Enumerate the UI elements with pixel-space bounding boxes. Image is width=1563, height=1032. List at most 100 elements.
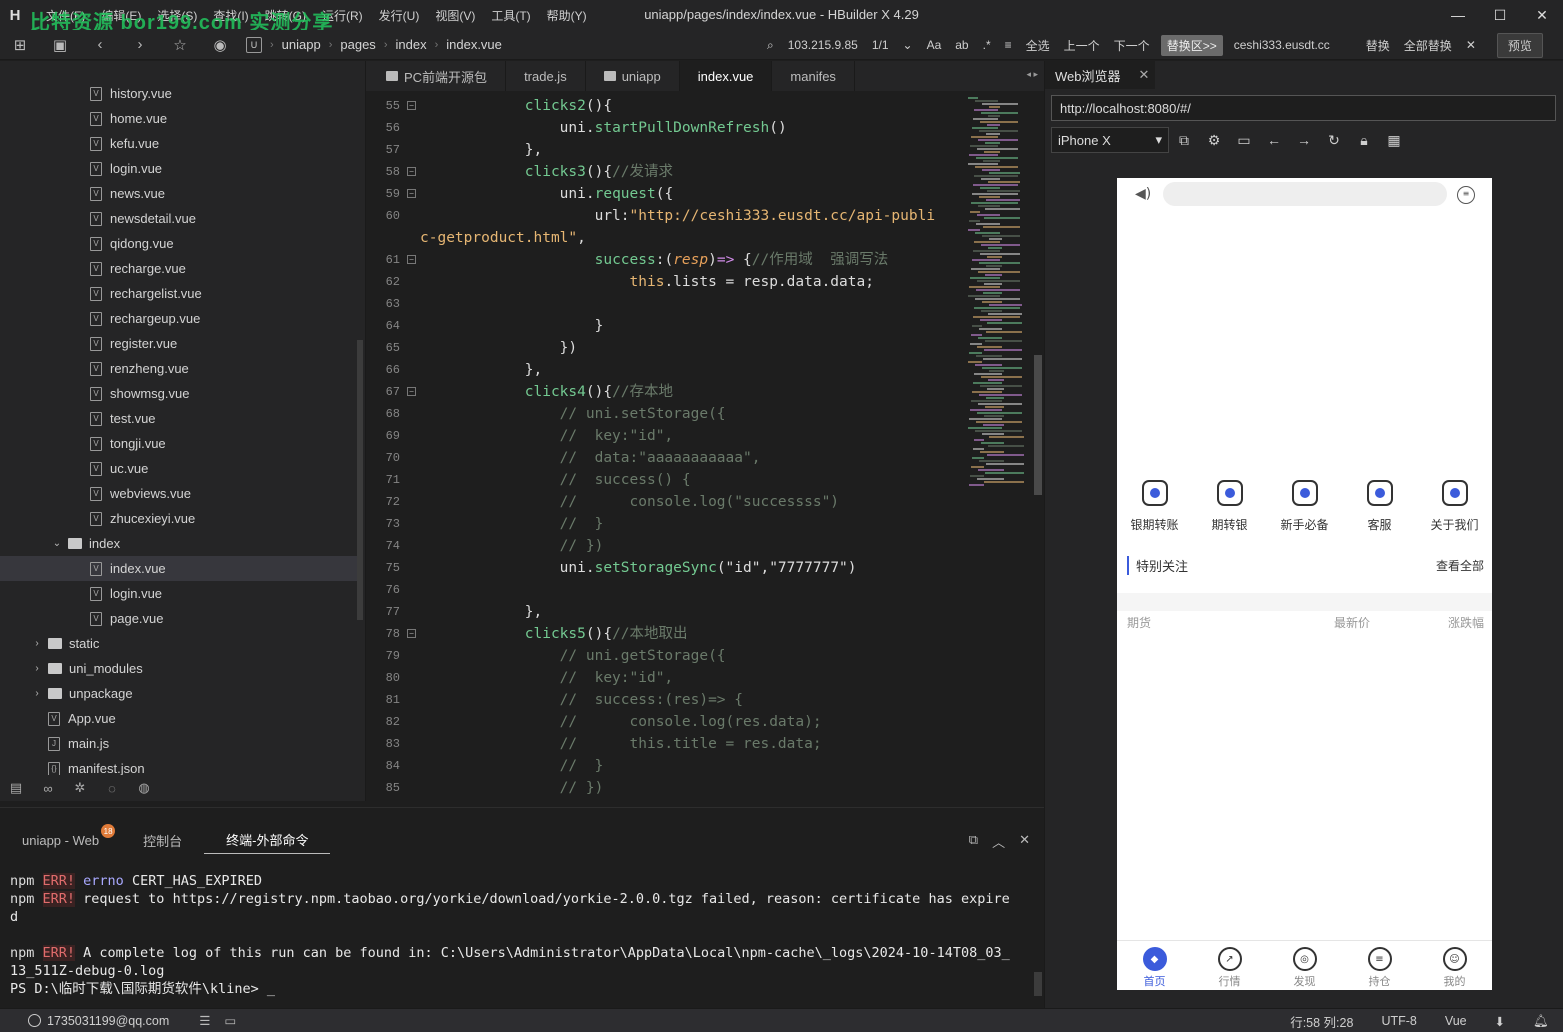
phone-tab[interactable]: ◆ 首页: [1125, 941, 1185, 990]
replace-input[interactable]: ceshi333.eusdt.cc: [1227, 38, 1337, 52]
tree-file[interactable]: Vkefu.vue: [0, 131, 357, 156]
quick-menu-item[interactable]: 关于我们: [1420, 478, 1490, 544]
maximize-button[interactable]: ☐: [1479, 0, 1521, 30]
fold-toggle-icon[interactable]: −: [407, 255, 416, 264]
code-line[interactable]: 58− clicks3(){//发请求: [366, 161, 966, 183]
tree-file[interactable]: Vzhucexieyi.vue: [0, 506, 357, 531]
code-line[interactable]: 64 }: [366, 315, 966, 337]
code-line[interactable]: 82 // console.log(res.data);: [366, 711, 966, 733]
close-icon[interactable]: ✕: [1139, 67, 1150, 83]
lock-icon[interactable]: 🔒︎: [1349, 132, 1379, 149]
breadcrumb-item[interactable]: index: [395, 37, 426, 52]
code-line[interactable]: 60 url:"http://ceshi333.eusdt.cc/api-pub…: [366, 205, 966, 227]
menu-item[interactable]: 查找(I): [205, 7, 256, 24]
tree-folder[interactable]: › uni_modules: [0, 656, 357, 681]
prev-match-button[interactable]: 上一个: [1057, 37, 1107, 54]
tree-file[interactable]: Vindex.vue: [0, 556, 357, 581]
tree-file[interactable]: Vlogin.vue: [0, 581, 357, 606]
menu-item[interactable]: 工具(T): [483, 7, 538, 24]
code-line[interactable]: 55− clicks2(){: [366, 95, 966, 117]
forward-icon[interactable]: →: [1289, 132, 1319, 148]
menu-item[interactable]: 视图(V): [427, 7, 483, 24]
tab-scroll-icon[interactable]: ◂ ▸: [1026, 69, 1038, 80]
tree-file[interactable]: Jmain.js: [0, 731, 357, 756]
device-select[interactable]: iPhone X ▾: [1051, 127, 1169, 153]
search-options-icon[interactable]: ⌕: [760, 38, 781, 53]
console-icon[interactable]: ▭: [1229, 132, 1259, 149]
account[interactable]: 1735031199@qq.com: [28, 1014, 169, 1028]
tree-file[interactable]: Vnews.vue: [0, 181, 357, 206]
tree-file[interactable]: Vrecharge.vue: [0, 256, 357, 281]
editor-tab[interactable]: PC前端开源包: [366, 61, 507, 91]
replace-button[interactable]: 替换: [1359, 37, 1397, 54]
screenshot-icon[interactable]: ⧉: [1169, 132, 1199, 149]
code-line[interactable]: 73 // }: [366, 513, 966, 535]
code-line[interactable]: 70 // data:"aaaaaaaaaaa",: [366, 447, 966, 469]
code-line[interactable]: c-getproduct.html",: [366, 227, 966, 249]
fold-toggle-icon[interactable]: −: [407, 167, 416, 176]
phone-tab[interactable]: ≡ 持仓: [1350, 941, 1410, 990]
panel-tab[interactable]: 控制台: [121, 826, 204, 854]
tree-folder[interactable]: ⌄ index: [0, 531, 357, 556]
tree-file[interactable]: V App.vue: [0, 706, 357, 731]
export-icon[interactable]: ⧉: [969, 832, 978, 851]
minimize-button[interactable]: —: [1437, 0, 1479, 30]
qr-icon[interactable]: ▦: [1379, 132, 1409, 149]
tree-file[interactable]: Vrechargelist.vue: [0, 281, 357, 306]
select-all-button[interactable]: 全选: [1019, 37, 1057, 54]
tree-folder[interactable]: › unpackage: [0, 681, 357, 706]
star-icon[interactable]: ☆: [160, 30, 200, 60]
code-line[interactable]: 81 // success:(res)=> {: [366, 689, 966, 711]
tree-file[interactable]: Vtongji.vue: [0, 431, 357, 456]
tree-file[interactable]: Vuc.vue: [0, 456, 357, 481]
editor-tab[interactable]: uniapp: [586, 61, 680, 91]
code-line[interactable]: 79 // uni.getStorage({: [366, 645, 966, 667]
code-line[interactable]: 69 // key:"id",: [366, 425, 966, 447]
view-all-link[interactable]: 查看全部: [1436, 557, 1484, 574]
sidebar-scrollbar[interactable]: [357, 340, 363, 620]
code-line[interactable]: 57 },: [366, 139, 966, 161]
menu-item[interactable]: 发行(U): [371, 7, 428, 24]
encoding[interactable]: UTF-8: [1367, 1014, 1430, 1028]
project-icon[interactable]: ▤: [0, 780, 32, 796]
globe-icon[interactable]: ◍: [128, 780, 160, 796]
next-match-button[interactable]: 下一个: [1107, 37, 1157, 54]
whole-word-icon[interactable]: ab: [948, 38, 975, 52]
download-icon[interactable]: ⬇: [1481, 1014, 1519, 1029]
phone-tab[interactable]: ◎ 发现: [1275, 941, 1335, 990]
editor-tab[interactable]: index.vue: [679, 61, 773, 91]
tree-file[interactable]: Vregister.vue: [0, 331, 357, 356]
code-line[interactable]: 59− uni.request({: [366, 183, 966, 205]
code-line[interactable]: 85 // }): [366, 777, 966, 799]
code-line[interactable]: 83 // this.title = res.data;: [366, 733, 966, 755]
close-panel-icon[interactable]: ✕: [1019, 832, 1030, 851]
tree-file[interactable]: Vwebviews.vue: [0, 481, 357, 506]
message-icon[interactable]: ≡: [1457, 186, 1475, 204]
language-mode[interactable]: Vue: [1431, 1014, 1481, 1028]
menu-item[interactable]: 运行(R): [314, 7, 371, 24]
editor-tab[interactable]: manifes: [772, 61, 855, 91]
announcement-icon[interactable]: ◀︎): [1135, 186, 1151, 202]
chevron-up-icon[interactable]: ︿: [992, 832, 1005, 851]
phone-tab[interactable]: ☺ 我的: [1425, 941, 1485, 990]
menu-item[interactable]: 选择(S): [149, 7, 205, 24]
replace-all-button[interactable]: 全部替换: [1397, 37, 1459, 54]
match-case-icon[interactable]: Aa: [920, 38, 949, 52]
fold-toggle-icon[interactable]: −: [407, 387, 416, 396]
editor-tab[interactable]: trade.js: [506, 61, 586, 91]
tree-folder[interactable]: › static: [0, 631, 357, 656]
code-line[interactable]: 63: [366, 293, 966, 315]
search-input[interactable]: 103.215.9.85: [781, 38, 865, 52]
code-line[interactable]: 62 this.lists = resp.data.data;: [366, 271, 966, 293]
menu-item[interactable]: 帮助(Y): [539, 7, 595, 24]
chevron-down-icon[interactable]: ⌄: [896, 38, 920, 52]
code-line[interactable]: 67− clicks4(){//存本地: [366, 381, 966, 403]
tree-file[interactable]: Vrechargeup.vue: [0, 306, 357, 331]
panel-tab[interactable]: uniapp - Web 18: [0, 824, 121, 854]
filter-icon[interactable]: ≡: [998, 38, 1019, 52]
tree-file[interactable]: Vpage.vue: [0, 606, 357, 631]
tree-file[interactable]: Vrenzheng.vue: [0, 356, 357, 381]
terminal-output[interactable]: npm ERR! errno CERT_HAS_EXPIRED npm ERR! …: [10, 872, 1030, 998]
fold-toggle-icon[interactable]: −: [407, 101, 416, 110]
notification-icon[interactable]: 🔔︎: [1519, 1014, 1563, 1029]
